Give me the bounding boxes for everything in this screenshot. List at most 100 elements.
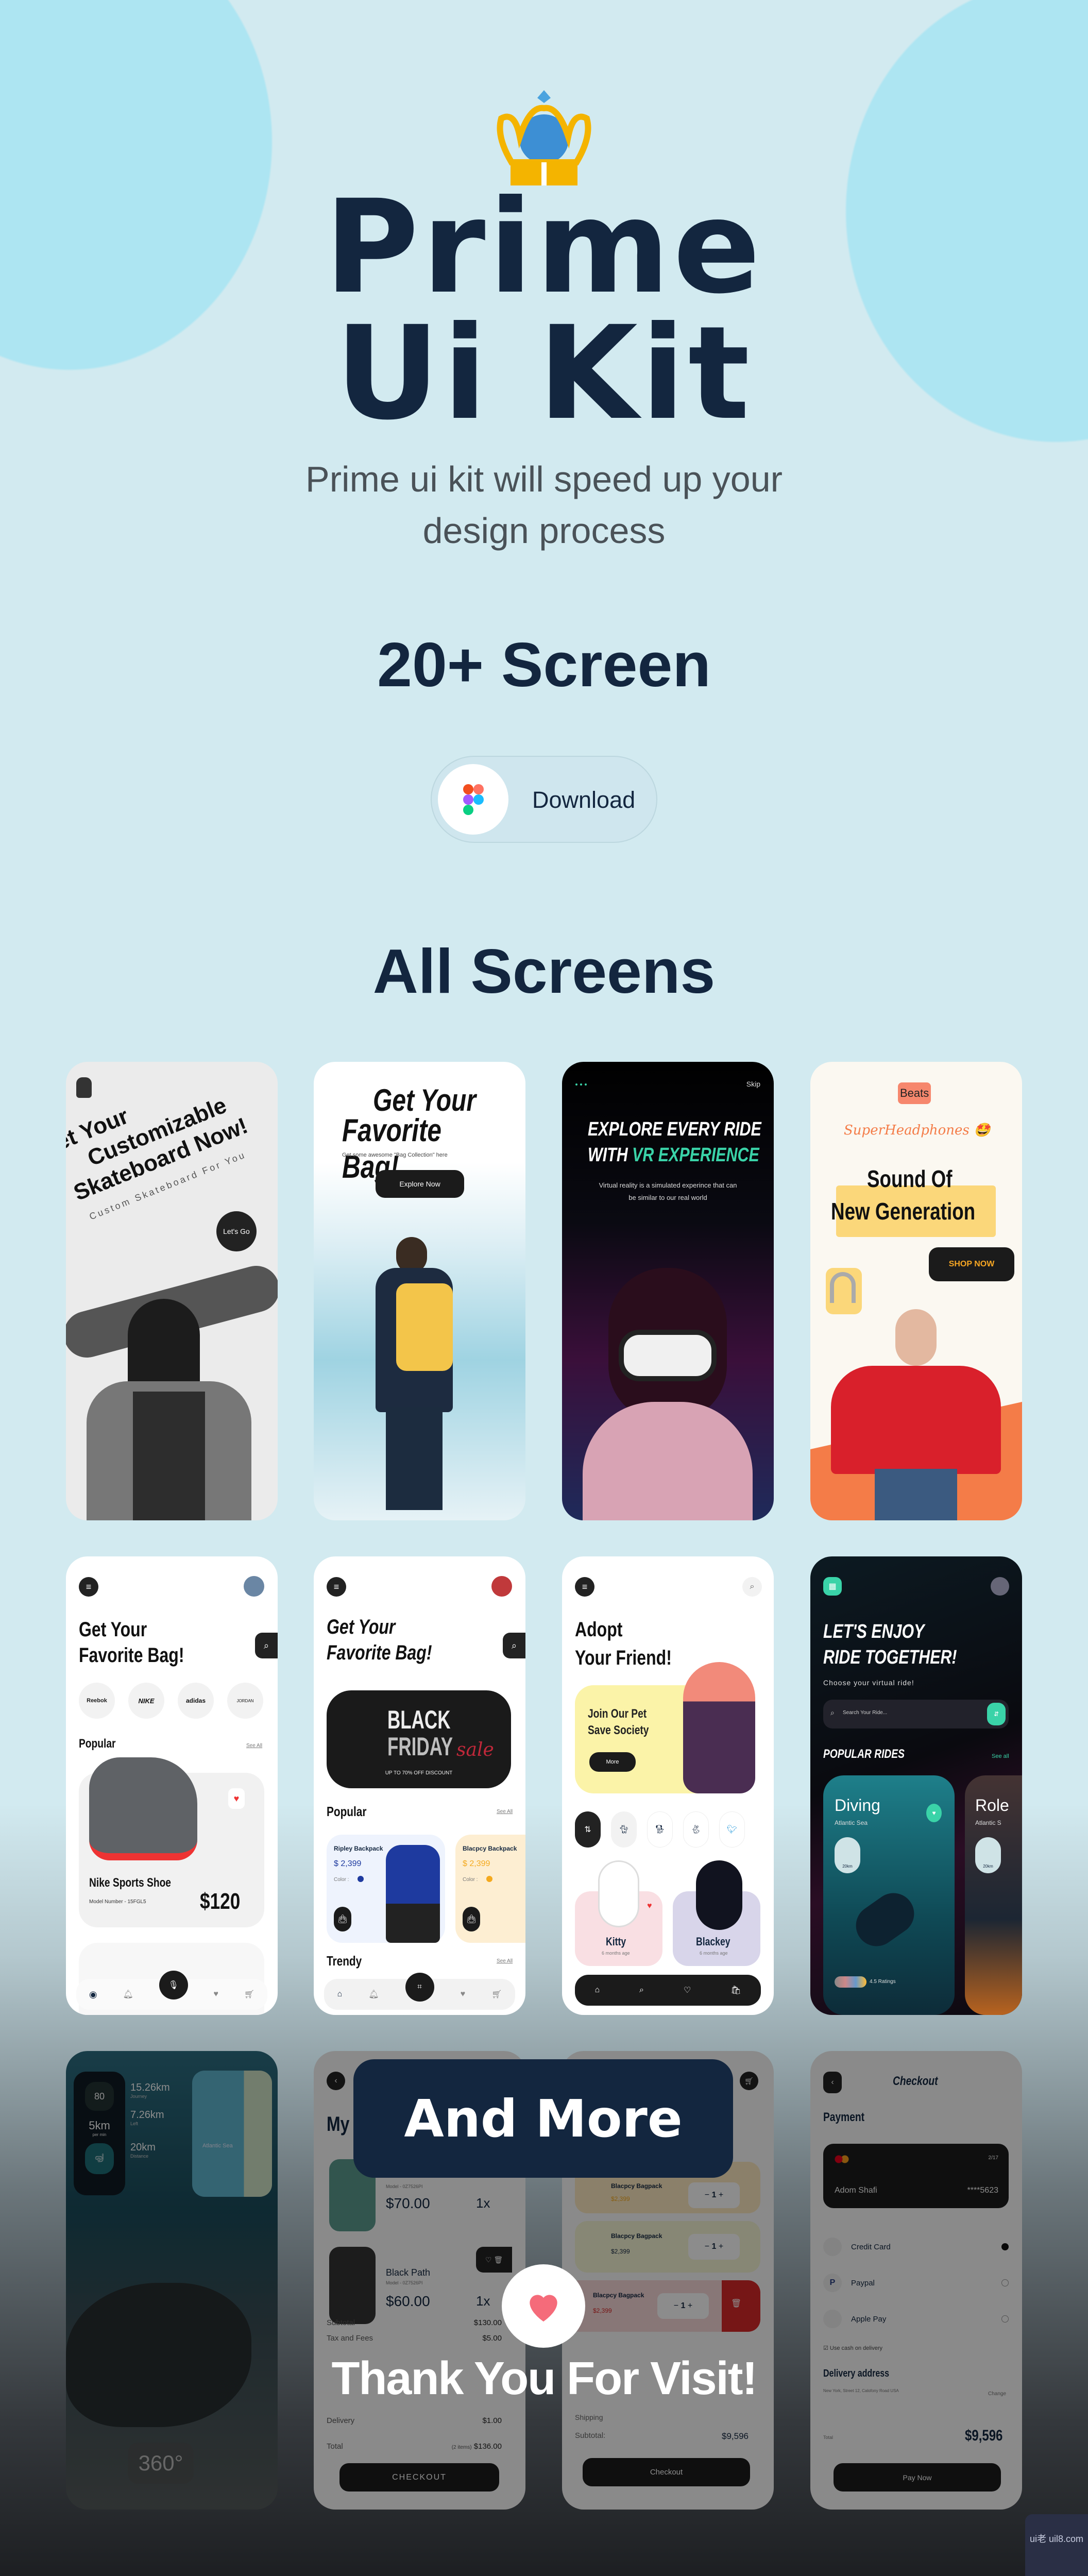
item-price: $2,399 [593, 2307, 612, 2314]
color-swatch[interactable] [486, 1876, 492, 1882]
avatar[interactable] [244, 1576, 264, 1597]
delete-icon[interactable]: 🗑︎ [731, 2298, 741, 2309]
diver-icon[interactable]: 🤿︎ [85, 2143, 114, 2174]
search-button[interactable]: ⌕ [503, 1633, 525, 1658]
payment-methods: Credit Card P Paypal Apple Pay [823, 2229, 1009, 2337]
more-button[interactable]: More [589, 1752, 636, 1772]
brand-nike[interactable]: NIKE [128, 1683, 164, 1719]
see-all-link-2[interactable]: See All [497, 1958, 513, 1964]
cart-item[interactable]: Black Path Model - 0Z7526PI $60.00 1x ♡ … [327, 2236, 512, 2324]
left-value: 7.26km [130, 2109, 164, 2121]
search-button[interactable]: ⌕ [255, 1633, 278, 1658]
back-button[interactable]: ‹ [327, 2072, 345, 2090]
screen-vr-intro: Skip EXPLORE EVERY RIDE WITH VR EXPERIEN… [562, 1062, 774, 1520]
ride-search-input[interactable]: ⌕ Search Your Ride... ⇵ [823, 1700, 1009, 1728]
cash-on-delivery-checkbox[interactable]: ☑ Use cash on delivery [823, 2345, 882, 2351]
brand-jordan[interactable]: JORDAN [227, 1683, 263, 1719]
nav-heart-icon[interactable]: ♡ [684, 1985, 691, 1995]
menu-icon[interactable]: ≡ [575, 1577, 594, 1597]
change-link[interactable]: Change [988, 2391, 1006, 2397]
ride-card-role[interactable]: Role Atlantic S 20km [965, 1775, 1022, 2015]
bag-button[interactable]: 👜︎ [463, 1907, 480, 1931]
total-value: $9,596 [965, 2427, 1003, 2444]
nav-home-icon[interactable]: ⌂ [337, 1990, 343, 1999]
filter-button[interactable]: ⇵ [987, 1703, 1006, 1725]
method-paypal[interactable]: P Paypal [823, 2265, 1009, 2301]
menu-icon[interactable]: ≡ [79, 1577, 98, 1597]
category-cat[interactable]: 🐈︎ [611, 1811, 637, 1848]
brand-reebok[interactable]: Reebok [79, 1683, 115, 1719]
favorite-button[interactable]: ♥ [926, 1804, 942, 1822]
avatar[interactable] [491, 1576, 512, 1597]
black-friday-banner[interactable]: BLACK FRIDAY sale UP TO 70% OFF DISCOUNT [327, 1690, 511, 1788]
qty-stepper[interactable]: − 1 + [688, 2182, 740, 2208]
back-button[interactable]: ‹ [823, 2072, 842, 2093]
bag-cart-item[interactable]: Blacpcy Bagpack $2,399 − 1 + 🗑︎ [567, 2280, 760, 2332]
cart-icon[interactable]: 🛒︎ [740, 2072, 758, 2090]
nav-bell-icon[interactable]: 🔔︎ [123, 1989, 133, 1999]
explore-now-button[interactable]: Explore Now [376, 1170, 464, 1198]
download-button[interactable]: Download [431, 756, 657, 843]
method-apple-pay[interactable]: Apple Pay [823, 2301, 1009, 2337]
nav-search-icon[interactable]: ⌕ [639, 1986, 644, 1995]
pay-now-button[interactable]: Pay Now [834, 2463, 1001, 2492]
ride-card-diving[interactable]: Diving Atlantic Sea ♥ 20km 4.5 Ratings [823, 1775, 955, 2015]
radio[interactable] [1001, 2315, 1009, 2323]
item-actions[interactable]: ♡ 🗑︎ [476, 2247, 512, 2273]
headphones-icon [826, 1268, 862, 1314]
skater-illustration [66, 1260, 278, 1520]
nav-cart-icon[interactable]: 🛒︎ [244, 1989, 254, 1999]
brand-adidas[interactable]: adidas [178, 1683, 214, 1719]
nav-home-icon[interactable]: ⌂ [594, 1986, 600, 1995]
category-bird[interactable]: 🐦︎ [719, 1811, 745, 1848]
mic-button[interactable]: 🎙︎ [159, 1971, 188, 1999]
pet-card-blackey[interactable]: Blackey 6 months age [673, 1860, 760, 1966]
menu-icon[interactable]: ≡ [327, 1577, 346, 1597]
qty-stepper[interactable]: − 1 + [657, 2293, 709, 2319]
skip-link[interactable]: Skip [746, 1080, 760, 1088]
search-icon[interactable]: ⌕ [742, 1577, 762, 1597]
see-all-link[interactable]: See All [497, 1809, 513, 1815]
pet-card-kitty[interactable]: ♥ Kitty 6 months age [575, 1860, 662, 1966]
mini-map[interactable]: Atlantic Sea [192, 2071, 272, 2197]
nav-bell-icon[interactable]: 🔔︎ [368, 1989, 379, 1999]
product-ripley[interactable]: Ripley Backpack $ 2,399 Color : 👜︎ [327, 1835, 445, 1943]
grid-icon[interactable]: ▦ [823, 1577, 842, 1596]
product-card[interactable]: ♥ Nike Sports Shoe Model Number - 15FGL5… [79, 1757, 264, 1927]
lets-go-button[interactable]: Let's Go [216, 1211, 257, 1251]
category-rabbit[interactable]: 🐇︎ [683, 1811, 709, 1848]
nav-heart-icon[interactable]: ♥ [461, 1990, 466, 1999]
qty-stepper[interactable]: − 1 + [688, 2234, 740, 2260]
payment-heading: Payment [823, 2110, 865, 2124]
bag-button[interactable]: 👜︎ [334, 1907, 351, 1931]
see-all-link[interactable]: See All [246, 1743, 262, 1749]
promo-card[interactable]: Join Our Pet Save Society More [575, 1662, 755, 1793]
heart-icon[interactable]: ♥ [647, 1902, 652, 1911]
card-number: ****5623 [967, 2186, 999, 2195]
nav-bag-icon[interactable]: 🛍︎ [730, 1985, 741, 1995]
radio[interactable] [1001, 2279, 1009, 2286]
checkout-button[interactable]: Checkout [583, 2458, 750, 2486]
avatar[interactable] [991, 1577, 1009, 1596]
view-360-button[interactable]: 360° [128, 2443, 194, 2484]
nav-heart-icon[interactable]: ♥ [213, 1990, 218, 1999]
scan-button[interactable]: ⌗ [405, 1973, 434, 2002]
filter-button[interactable]: ⇅ [575, 1811, 601, 1848]
nav-explore-icon[interactable]: ◉ [89, 1989, 97, 2000]
method-credit-card[interactable]: Credit Card [823, 2229, 1009, 2265]
color-swatch[interactable] [358, 1876, 364, 1882]
heart-icon[interactable]: ♥ [228, 1788, 245, 1809]
bag-cart-item[interactable]: Blacpcy Bagpack $2,399 − 1 + [575, 2221, 760, 2273]
kitty-illustration [598, 1860, 639, 1927]
credit-card[interactable]: 2/17 Adom Shafi ****5623 [823, 2144, 1009, 2208]
checkout-button[interactable]: CHECKOUT [339, 2463, 499, 2492]
screen-bag-intro: Get Your Favorite Bag! Get some awesome … [314, 1062, 525, 1520]
product-blacpcy[interactable]: Blacpcy Backpack $ 2,399 Color : 👜︎ [455, 1835, 525, 1943]
see-all-link[interactable]: See all [992, 1753, 1009, 1759]
shop-now-button[interactable]: SHOP NOW [929, 1247, 1014, 1281]
category-dog[interactable]: 🐕︎ [647, 1811, 673, 1848]
nav-cart-icon[interactable]: 🛒︎ [491, 1989, 502, 1999]
pace-unit: per min [92, 2132, 107, 2137]
radio-selected[interactable] [1001, 2243, 1009, 2250]
diver-image [847, 1885, 923, 1955]
